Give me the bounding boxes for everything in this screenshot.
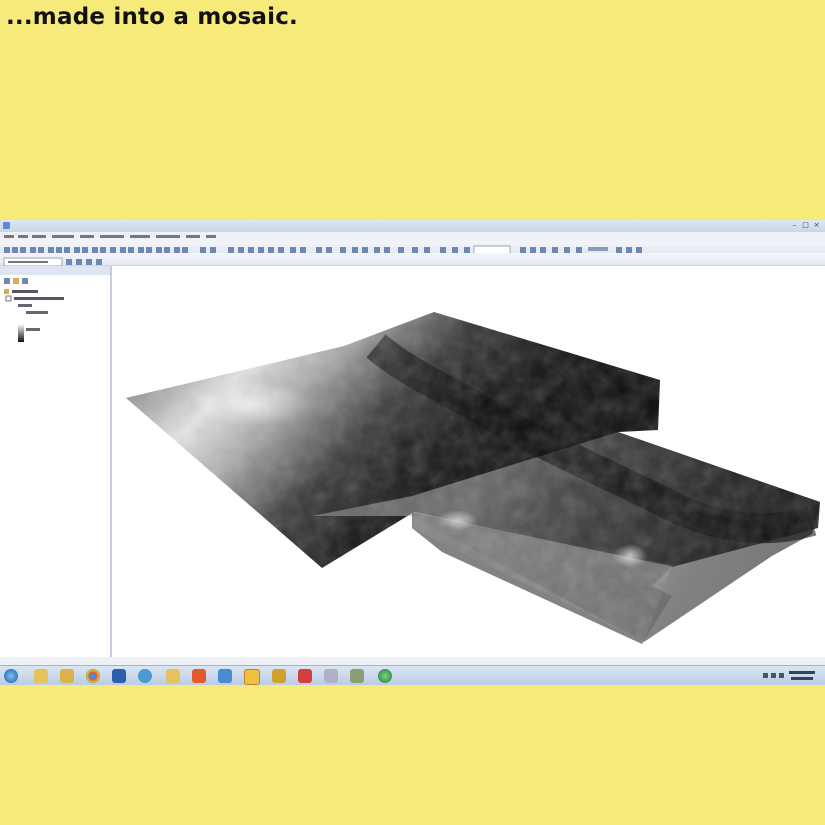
app-icon[interactable] <box>272 669 286 683</box>
folder-icon[interactable] <box>166 669 180 683</box>
layers-icon <box>22 278 28 284</box>
folder-icon[interactable] <box>34 669 48 683</box>
word-icon[interactable] <box>112 669 126 683</box>
maximize-icon[interactable]: □ <box>801 221 810 229</box>
document-icon[interactable] <box>218 669 232 683</box>
arcmap-icon[interactable] <box>244 669 260 685</box>
globe-icon[interactable] <box>378 669 392 683</box>
layer-tree[interactable] <box>0 286 110 356</box>
window-titlebar[interactable]: – □ × <box>0 220 825 232</box>
legend-color-ramp <box>18 324 24 342</box>
arcmap-icon <box>3 222 10 229</box>
folder-icon <box>13 278 19 284</box>
layer-toolbar[interactable] <box>0 253 825 267</box>
app-icon[interactable] <box>192 669 206 683</box>
mosaic-tiles <box>126 312 820 644</box>
explorer-icon[interactable] <box>60 669 74 683</box>
menu-bar[interactable] <box>0 232 825 241</box>
menu-items[interactable] <box>0 232 240 241</box>
table-of-contents[interactable] <box>0 266 112 666</box>
minimize-icon[interactable]: – <box>790 221 799 229</box>
tool-icon[interactable] <box>324 669 338 683</box>
network-icon[interactable] <box>138 669 152 683</box>
pdf-icon[interactable] <box>298 669 312 683</box>
windows-taskbar[interactable] <box>0 665 825 685</box>
chrome-icon[interactable] <box>86 669 100 683</box>
slide-title: ...made into a mosaic. <box>6 4 298 30</box>
list-icon <box>4 278 10 284</box>
slide-background-bottom <box>0 685 825 825</box>
arcmap-window: – □ × <box>0 220 825 685</box>
toc-header <box>0 266 110 275</box>
start-orb-icon[interactable] <box>4 669 18 683</box>
mosaic-raster <box>126 312 820 644</box>
close-icon[interactable]: × <box>812 221 821 229</box>
map-display[interactable] <box>112 266 825 666</box>
system-tray[interactable] <box>761 666 821 685</box>
status-bar <box>0 657 825 665</box>
tool-icon[interactable] <box>350 669 364 683</box>
